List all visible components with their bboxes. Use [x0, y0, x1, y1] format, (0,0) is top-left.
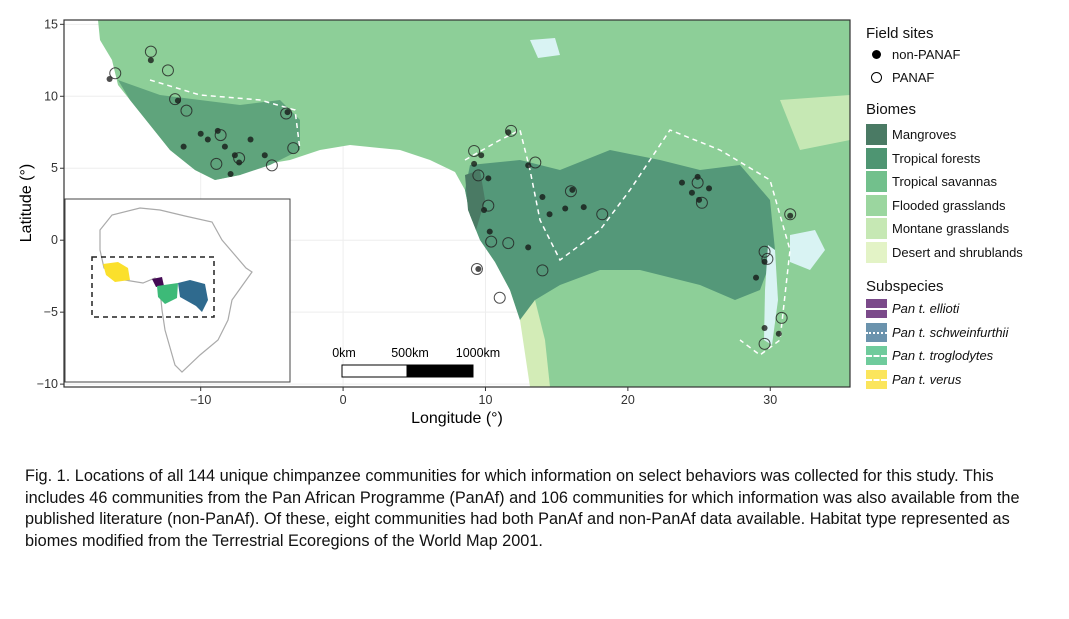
site-non-panaf: [678, 179, 685, 186]
site-non-panaf: [147, 57, 154, 64]
subspecies-swatch: [866, 346, 887, 365]
y-tick-label: 10: [44, 89, 58, 103]
site-non-panaf: [247, 136, 254, 143]
site-non-panaf: [775, 330, 782, 337]
biome-swatch: [866, 124, 887, 145]
y-axis-label: Latitude (°): [18, 164, 35, 242]
legend-biomes-title: Biomes: [866, 101, 917, 118]
x-tick-label: −10: [190, 393, 211, 407]
y-tick-label: 5: [51, 161, 58, 175]
scale-label-0: 0km: [332, 346, 356, 360]
legend-label: Desert and shrublands: [892, 244, 1023, 260]
y-tick-label: 0: [51, 233, 58, 247]
site-non-panaf: [221, 143, 228, 150]
y-tick-label: 15: [44, 17, 58, 31]
site-non-panaf: [236, 159, 243, 166]
site-non-panaf: [546, 211, 553, 218]
legend-non-panaf: non-PANAF: [866, 47, 960, 62]
legend-biome: Desert and shrublands: [866, 241, 1023, 263]
filled-circle-icon: [872, 50, 881, 59]
site-non-panaf: [197, 130, 204, 137]
site-non-panaf: [180, 143, 187, 150]
legend-label: Montane grasslands: [892, 221, 1010, 236]
subspecies-swatch: [866, 322, 887, 342]
legend-label: Pan t. schweinfurthii: [892, 324, 1009, 340]
site-non-panaf: [204, 136, 211, 143]
legend-label: Pan t. ellioti: [892, 301, 960, 316]
legend-label: Tropical savannas: [892, 174, 998, 189]
y-tick-label: −10: [37, 377, 58, 391]
site-non-panaf: [787, 212, 794, 219]
biome-swatch: [866, 218, 887, 239]
legend-biome: Tropical savannas: [866, 171, 997, 192]
africa-inset: [64, 198, 291, 383]
x-tick-label: 0: [340, 393, 347, 407]
legend-label: Pan t. verus: [892, 371, 962, 387]
legend-label: Flooded grasslands: [892, 197, 1006, 213]
biome-swatch: [866, 147, 887, 169]
legend-subspecies: Pan t. troglodytes: [866, 346, 993, 365]
scale-label-500: 500km: [391, 346, 429, 360]
site-non-panaf: [539, 194, 546, 201]
open-circle-icon: [871, 72, 882, 83]
x-tick-label: 30: [763, 393, 777, 407]
site-non-panaf: [485, 175, 492, 182]
legend-label: Pan t. troglodytes: [892, 348, 994, 363]
legend-field-sites-title: Field sites: [866, 25, 934, 42]
site-non-panaf: [486, 228, 493, 235]
legend-subspecies: Pan t. schweinfurthii: [866, 322, 1009, 342]
site-non-panaf: [261, 152, 268, 159]
legend-biome: Flooded grasslands: [866, 194, 1006, 216]
site-non-panaf: [471, 160, 478, 167]
figure-caption: Fig. 1. Locations of all 144 unique chim…: [25, 467, 1020, 550]
x-axis-label: Longitude (°): [411, 410, 503, 427]
site-non-panaf: [481, 206, 488, 213]
site-non-panaf: [562, 205, 569, 212]
legend-biome: Montane grasslands: [866, 218, 1009, 239]
legend-subspecies-title: Subspecies: [866, 278, 944, 295]
subspecies-swatch: [866, 299, 887, 318]
legend-subspecies: Pan t. verus: [866, 369, 962, 389]
legend-label: Tropical forests: [892, 150, 981, 166]
biome-swatch: [866, 241, 887, 263]
legend-label: non-PANAF: [892, 47, 961, 62]
x-tick-label: 10: [479, 393, 493, 407]
site-non-panaf: [227, 170, 234, 177]
legend-label: Mangroves: [892, 127, 957, 142]
subspecies-swatch: [866, 369, 887, 389]
legend-subspecies: Pan t. ellioti: [866, 299, 959, 318]
site-non-panaf: [688, 189, 695, 196]
x-tick-label: 20: [621, 393, 635, 407]
y-tick-label: −5: [44, 305, 58, 319]
site-non-panaf: [525, 244, 532, 251]
scale-label-1000: 1000km: [456, 346, 500, 360]
site-non-panaf: [761, 324, 768, 331]
legend-biome: Mangroves: [866, 124, 956, 145]
site-non-panaf: [706, 185, 713, 192]
legend-label: PANAF: [892, 70, 935, 85]
site-non-panaf: [284, 109, 291, 116]
site-non-panaf: [475, 265, 482, 272]
legend-biome: Tropical forests: [866, 147, 981, 169]
biome-swatch: [866, 194, 887, 216]
legend-panaf: PANAF: [866, 70, 934, 85]
site-non-panaf: [753, 274, 760, 281]
site-non-panaf: [569, 186, 576, 193]
biome-swatch: [866, 171, 887, 192]
site-non-panaf: [580, 204, 587, 211]
